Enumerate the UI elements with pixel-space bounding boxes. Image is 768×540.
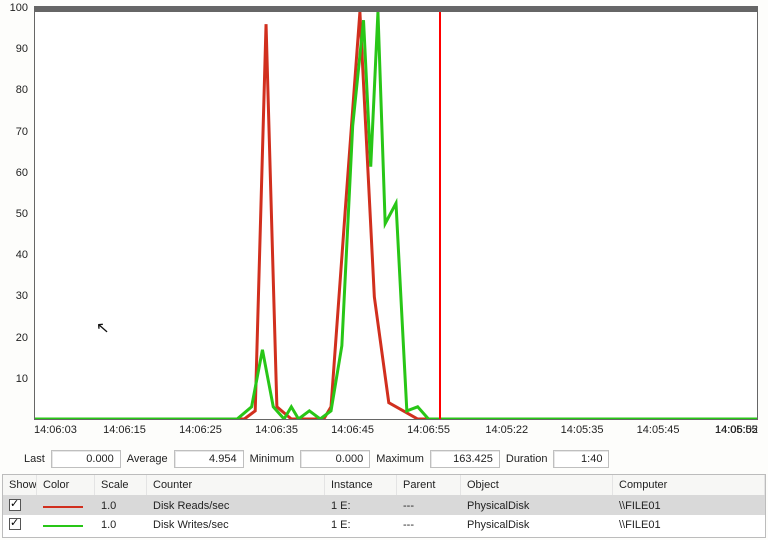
chart-area: 102030405060708090100 14:06:0314:06:1514… — [6, 2, 762, 444]
perfmon-window: 102030405060708090100 14:06:0314:06:1514… — [0, 0, 768, 540]
dur-label: Duration — [506, 453, 548, 465]
cell-instance: 1 E: — [325, 500, 397, 512]
col-object[interactable]: Object — [461, 475, 613, 495]
y-tick-label: 80 — [16, 84, 28, 96]
y-tick-label: 50 — [16, 208, 28, 220]
legend-body: 1.0Disk Reads/sec1 E:---PhysicalDisk\\FI… — [3, 496, 765, 534]
plot[interactable] — [34, 6, 758, 420]
dur-value: 1:40 — [553, 450, 609, 468]
chart-series — [35, 12, 757, 419]
x-tick-label: 14:06:55 — [407, 424, 450, 436]
stats-row: Last 0.000 Average 4.954 Minimum 0.000 M… — [4, 448, 764, 470]
series-line — [35, 12, 757, 419]
col-scale[interactable]: Scale — [95, 475, 147, 495]
x-tick-label: 14:06:45 — [331, 424, 374, 436]
y-tick-label: 30 — [16, 290, 28, 302]
counter-legend[interactable]: Show Color Scale Counter Instance Parent… — [2, 474, 766, 538]
col-show[interactable]: Show — [3, 475, 37, 495]
x-tick-label: 14:06:02 — [715, 424, 758, 436]
x-tick-label: 14:06:03 — [34, 424, 77, 436]
y-tick-label: 40 — [16, 249, 28, 261]
x-tick-label: 14:05:35 — [561, 424, 604, 436]
cell-counter: Disk Writes/sec — [147, 519, 325, 531]
legend-row[interactable]: 1.0Disk Reads/sec1 E:---PhysicalDisk\\FI… — [3, 496, 765, 515]
x-axis: 14:06:03 14:06:15 14:06:25 14:06:35 14:06:45… — [34, 422, 758, 444]
col-computer[interactable]: Computer — [613, 475, 765, 495]
min-value: 0.000 — [300, 450, 370, 468]
legend-row[interactable]: 1.0Disk Writes/sec1 E:---PhysicalDisk\\F… — [3, 515, 765, 534]
show-checkbox[interactable] — [9, 499, 21, 511]
cell-counter: Disk Reads/sec — [147, 500, 325, 512]
max-value: 163.425 — [430, 450, 500, 468]
max-label: Maximum — [376, 453, 424, 465]
last-label: Last — [24, 453, 45, 465]
avg-value: 4.954 — [174, 450, 244, 468]
y-tick-label: 90 — [16, 43, 28, 55]
cell-computer: \\FILE01 — [613, 500, 765, 512]
x-tick-label: 14:06:25 — [179, 424, 222, 436]
cell-scale: 1.0 — [95, 500, 147, 512]
cell-scale: 1.0 — [95, 519, 147, 531]
y-tick-label: 100 — [10, 2, 28, 14]
legend-header[interactable]: Show Color Scale Counter Instance Parent… — [3, 475, 765, 496]
show-checkbox[interactable] — [9, 518, 21, 530]
y-tick-label: 20 — [16, 332, 28, 344]
x-tick-label: 14:06:35 — [255, 424, 298, 436]
last-value: 0.000 — [51, 450, 121, 468]
y-axis: 102030405060708090100 — [6, 8, 30, 420]
col-parent[interactable]: Parent — [397, 475, 461, 495]
cell-parent: --- — [397, 500, 461, 512]
cell-instance: 1 E: — [325, 519, 397, 531]
col-instance[interactable]: Instance — [325, 475, 397, 495]
col-counter[interactable]: Counter — [147, 475, 325, 495]
min-label: Minimum — [250, 453, 295, 465]
x-tick-label: 14:05:45 — [637, 424, 680, 436]
y-tick-label: 60 — [16, 167, 28, 179]
cell-computer: \\FILE01 — [613, 519, 765, 531]
time-cursor[interactable] — [439, 12, 441, 419]
avg-label: Average — [127, 453, 168, 465]
x-tick-label: 14:06:15 — [103, 424, 146, 436]
color-swatch — [43, 506, 83, 508]
cell-object: PhysicalDisk — [461, 519, 613, 531]
y-tick-label: 10 — [16, 373, 28, 385]
col-color[interactable]: Color — [37, 475, 95, 495]
cell-parent: --- — [397, 519, 461, 531]
x-tick-label: 14:05:22 — [485, 424, 528, 436]
color-swatch — [43, 525, 83, 527]
cell-object: PhysicalDisk — [461, 500, 613, 512]
y-tick-label: 70 — [16, 126, 28, 138]
